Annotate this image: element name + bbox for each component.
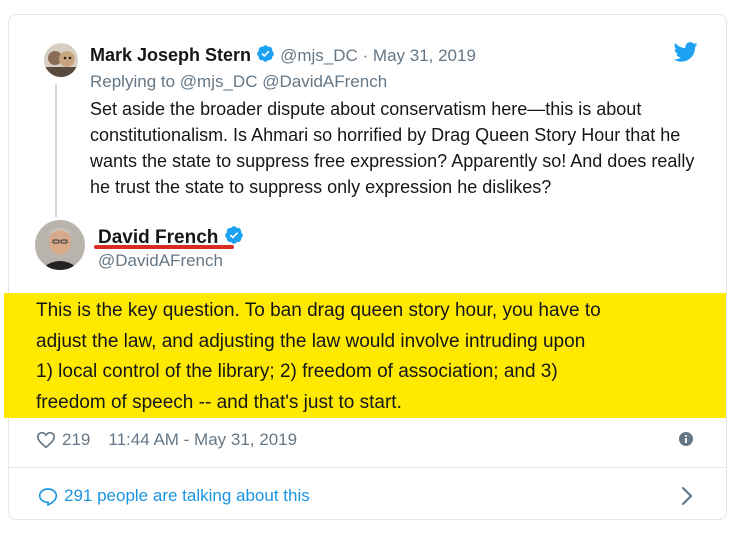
- main-tweet-text: This is the key question. To ban drag qu…: [36, 296, 726, 418]
- avatar[interactable]: [35, 220, 85, 270]
- avatar[interactable]: [44, 43, 78, 77]
- main-tweet-line: 1) local control of the library; 2) free…: [36, 361, 558, 382]
- verified-badge-icon: [256, 44, 275, 68]
- info-icon[interactable]: [679, 432, 693, 451]
- red-underline-annotation: [94, 245, 234, 249]
- like-count[interactable]: 219: [62, 430, 90, 450]
- reply-author-row: Mark Joseph Stern @mjs_DC · May 31, 2019: [90, 44, 476, 68]
- conversation-link[interactable]: 291 people are talking about this: [38, 486, 310, 506]
- footer-divider: [8, 467, 727, 468]
- twitter-bird-icon[interactable]: [673, 42, 698, 67]
- heart-icon[interactable]: [36, 431, 56, 449]
- reply-author-name[interactable]: Mark Joseph Stern: [90, 45, 251, 65]
- reply-handle-date[interactable]: @mjs_DC · May 31, 2019: [280, 46, 476, 65]
- main-tweet-line: This is the key question. To ban drag qu…: [36, 300, 601, 321]
- tweet-timestamp[interactable]: 11:44 AM - May 31, 2019: [108, 430, 297, 450]
- chevron-right-icon[interactable]: [681, 486, 693, 511]
- main-author-handle[interactable]: @DavidAFrench: [98, 251, 223, 271]
- tweet-footer: 219 11:44 AM - May 31, 2019: [36, 430, 297, 450]
- speech-bubble-icon: [38, 487, 58, 506]
- replying-to[interactable]: Replying to @mjs_DC @DavidAFrench: [90, 72, 387, 92]
- main-tweet-line: adjust the law, and adjusting the law wo…: [36, 330, 586, 352]
- thread-connector-line: [55, 84, 57, 217]
- main-tweet-line: freedom of speech -- and that's just to …: [36, 391, 402, 413]
- conversation-link-text[interactable]: 291 people are talking about this: [64, 486, 310, 506]
- reply-tweet-text: Set aside the broader dispute about cons…: [90, 99, 695, 197]
